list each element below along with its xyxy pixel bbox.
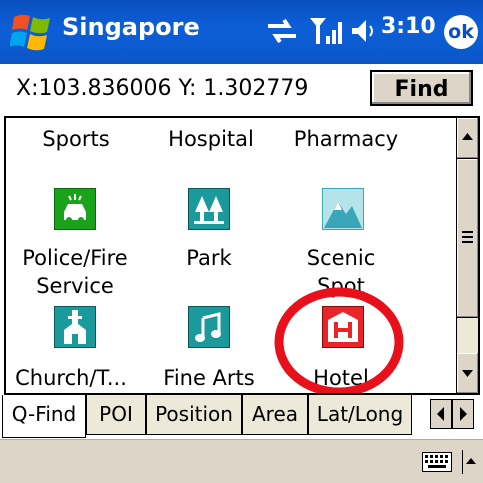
arrow-up-icon bbox=[462, 133, 473, 140]
sync-icon[interactable] bbox=[262, 12, 302, 50]
coordinate-bar: X:103.836006 Y: 1.302779 Find bbox=[0, 64, 483, 116]
title-bar: Singapore 3:10 ok bbox=[0, 0, 483, 64]
scroll-thumb[interactable] bbox=[457, 158, 478, 318]
tab-q-find[interactable]: Q-Find bbox=[2, 395, 86, 438]
tab-area[interactable]: Area bbox=[242, 395, 308, 435]
volume-icon[interactable] bbox=[348, 12, 378, 50]
category-grid: Sports Hospital Pharmacy Police/Fire Ser… bbox=[6, 118, 460, 393]
window-title: Singapore bbox=[62, 13, 200, 41]
category-label[interactable]: Service bbox=[10, 272, 140, 300]
mountain-icon[interactable] bbox=[322, 188, 364, 230]
church-icon[interactable] bbox=[54, 306, 96, 348]
keyboard-icon[interactable] bbox=[422, 452, 452, 472]
coordinate-readout: X:103.836006 Y: 1.302779 bbox=[16, 76, 309, 101]
scroll-up-button[interactable] bbox=[457, 118, 478, 158]
music-note-icon[interactable] bbox=[188, 306, 230, 348]
signal-icon[interactable] bbox=[308, 12, 344, 50]
tab-scroll-right-button[interactable] bbox=[452, 399, 474, 429]
input-panel-arrow-icon[interactable] bbox=[462, 450, 476, 474]
category-label[interactable]: Fine Arts bbox=[150, 364, 268, 392]
windows-start-icon[interactable] bbox=[10, 9, 56, 55]
vertical-scrollbar[interactable] bbox=[456, 118, 478, 393]
arrow-down-icon bbox=[462, 370, 473, 377]
tab-strip: Q-Find POI Position Area Lat/Long bbox=[0, 395, 483, 439]
arrow-right-icon bbox=[460, 407, 467, 421]
category-hospital[interactable]: Hospital bbox=[156, 126, 266, 153]
tab-lat-long[interactable]: Lat/Long bbox=[308, 395, 412, 435]
clock[interactable]: 3:10 bbox=[381, 14, 436, 39]
tab-position[interactable]: Position bbox=[146, 395, 242, 435]
scroll-down-button[interactable] bbox=[457, 353, 478, 393]
category-label[interactable]: Police/Fire bbox=[10, 244, 140, 272]
highlight-circle bbox=[274, 287, 404, 393]
category-label[interactable]: Church/T... bbox=[6, 364, 136, 392]
arrow-left-icon bbox=[437, 407, 444, 421]
police-car-icon[interactable] bbox=[54, 188, 96, 230]
menu-bar bbox=[0, 439, 483, 483]
tab-scroll-left-button[interactable] bbox=[430, 399, 452, 429]
category-sports[interactable]: Sports bbox=[26, 126, 126, 153]
ok-button[interactable]: ok bbox=[444, 15, 478, 49]
tab-poi[interactable]: POI bbox=[86, 395, 146, 435]
category-label[interactable]: Park bbox=[154, 244, 264, 272]
find-button[interactable]: Find bbox=[370, 70, 473, 106]
park-trees-icon[interactable] bbox=[188, 188, 230, 230]
category-label[interactable]: Scenic bbox=[276, 244, 406, 272]
category-pharmacy[interactable]: Pharmacy bbox=[286, 126, 406, 153]
category-panel: Sports Hospital Pharmacy Police/Fire Ser… bbox=[4, 116, 480, 395]
